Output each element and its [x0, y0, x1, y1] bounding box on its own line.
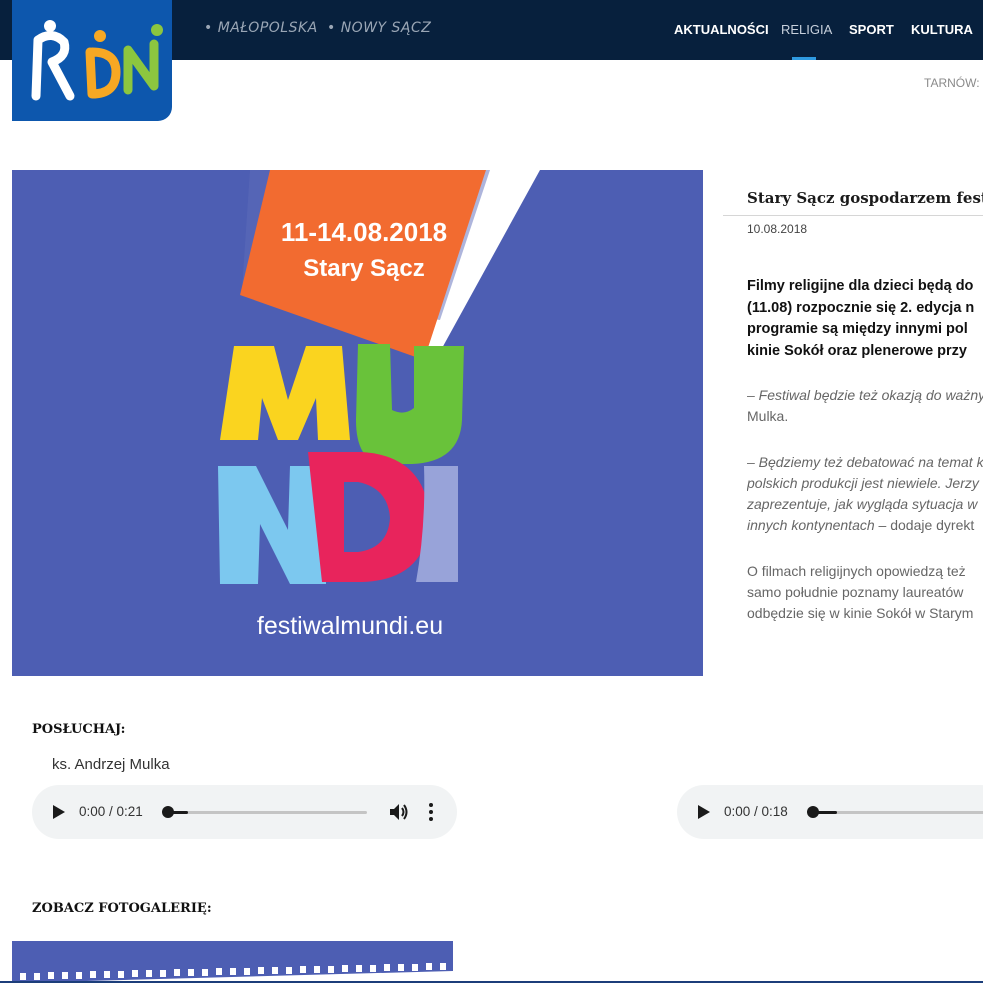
volume-icon[interactable] — [389, 803, 409, 821]
para-line: Mulka. — [747, 408, 789, 424]
gallery-heading: ZOBACZ FOTOGALERIĘ: — [32, 901, 212, 916]
seek-thumb[interactable] — [162, 806, 174, 818]
letter-n — [218, 466, 326, 584]
city-label[interactable]: TARNÓW: — [924, 76, 980, 90]
festival-poster-image: 11-14.08.2018 Stary Sącz festiwalmundi.e… — [12, 170, 703, 676]
audio-speaker-name: ks. Andrzej Mulka — [52, 756, 170, 773]
quote-line: polskich produkcji jest niewiele. Jerzy … — [747, 475, 983, 491]
active-nav-indicator — [792, 57, 816, 60]
nav-aktualnosci[interactable]: AKTUALNOŚCI — [674, 22, 769, 37]
listen-heading: POSŁUCHAJ: — [32, 722, 126, 737]
quote-line: innych kontynentach — [747, 517, 875, 533]
article-date: 10.08.2018 — [747, 222, 808, 236]
region-link-malopolska[interactable]: • MAŁOPOLSKA — [204, 20, 318, 36]
play-icon[interactable] — [52, 804, 66, 820]
lead-line: kinie Sokół oraz plenerowe przy — [747, 342, 967, 359]
seek-bar[interactable] — [168, 811, 367, 814]
nav-religia[interactable]: RELIGIA — [781, 22, 832, 37]
place-text: Stary Sącz — [303, 255, 424, 282]
date-range-text: 11-14.08.2018 — [281, 217, 447, 247]
article-paragraph-2: – Będziemy też debatować na temat k pols… — [747, 452, 983, 536]
quote-line: – Festiwal będzie też okazją do ważny — [747, 387, 983, 403]
lead-line: (11.08) rozpocznie się 2. edycja n — [747, 299, 975, 316]
article-paragraph-3: O filmach religijnych opowiedzą też samo… — [747, 561, 983, 624]
audio-time: 0:00 / 0:21 — [79, 804, 143, 819]
para-line: odbędzie się w kinie Sokół w Starym — [747, 605, 974, 621]
photo-gallery-filmstrip[interactable] — [12, 941, 453, 983]
audio-time: 0:00 / 0:18 — [724, 804, 788, 819]
letter-u — [356, 344, 464, 464]
quote-line: zaprezentuje, jak wygląda sytuacja w — [747, 496, 978, 512]
nav-sport[interactable]: SPORT — [849, 22, 894, 37]
audio-player: 0:00 / 0:18 — [677, 785, 983, 839]
lead-line: programie są między innymi pol — [747, 321, 968, 337]
play-icon[interactable] — [697, 804, 711, 820]
title-divider — [723, 215, 983, 216]
article-title[interactable]: Stary Sącz gospodarzem festi — [747, 189, 983, 207]
para-line: samo południe poznamy laureatów — [747, 584, 964, 600]
seek-bar[interactable] — [813, 811, 983, 814]
letter-m — [220, 346, 350, 440]
lead-line: Filmy religijne dla dzieci będą do — [747, 278, 974, 294]
audio-player: 0:00 / 0:21 — [32, 785, 457, 839]
article-paragraph-1: – Festiwal będzie też okazją do ważny Mu… — [747, 385, 983, 427]
quote-line: – Będziemy też debatować na temat k — [747, 454, 983, 470]
para-tail: – dodaje dyrekt — [874, 517, 975, 533]
more-options-icon[interactable] — [429, 803, 433, 821]
article-lead: Filmy religijne dla dzieci będą do (11.0… — [747, 276, 983, 362]
festival-url-text: festiwalmundi.eu — [257, 612, 443, 640]
site-logo[interactable] — [12, 0, 172, 121]
region-link-nowy-sacz[interactable]: • NOWY SĄCZ — [327, 20, 431, 36]
nav-kultura[interactable]: KULTURA — [911, 22, 973, 37]
para-line: O filmach religijnych opowiedzą też — [747, 563, 966, 579]
seek-thumb[interactable] — [807, 806, 819, 818]
